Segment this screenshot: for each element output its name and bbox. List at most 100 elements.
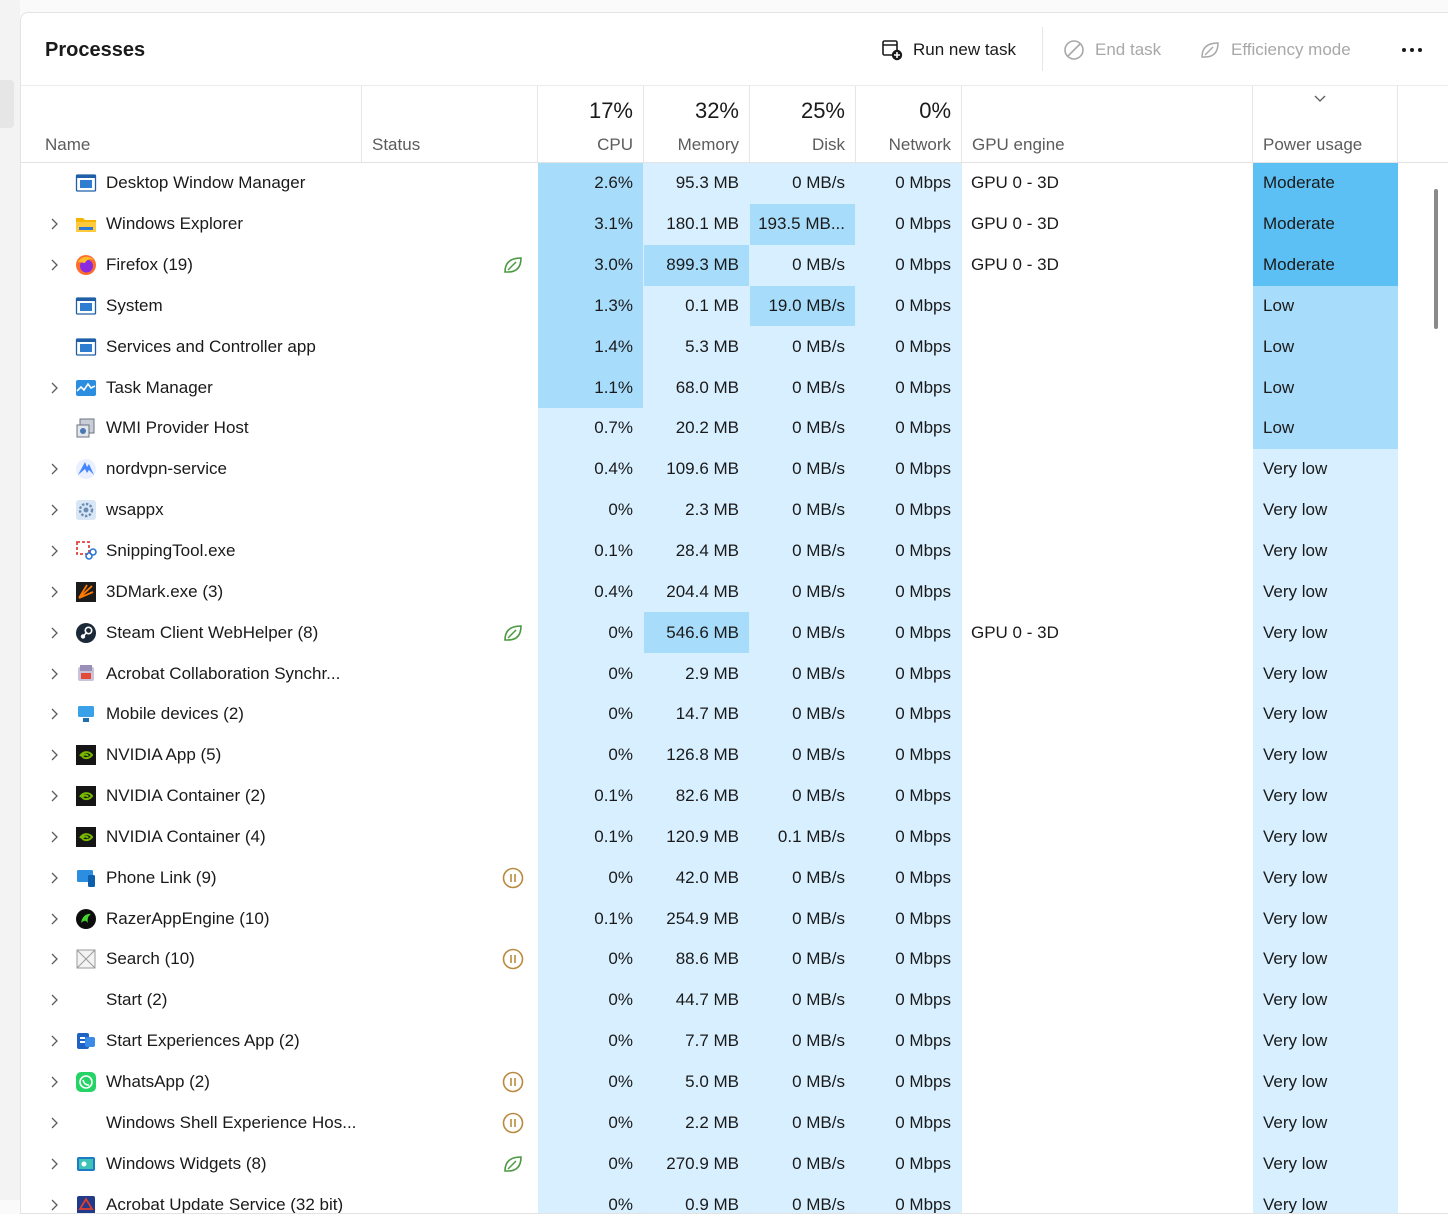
gpu-engine-value (962, 571, 1253, 612)
process-row[interactable]: Windows Explorer 3.1% 180.1 MB 193.5 MB... 0… (21, 203, 1448, 245)
expand-toggle[interactable] (43, 898, 65, 939)
gear-icon (76, 500, 96, 521)
process-row[interactable]: NVIDIA Container (2) 0.1% 82.6 MB 0 MB/s 0 M… (21, 775, 1448, 817)
memory-value: 28.4 MB (644, 530, 750, 572)
column-network[interactable]: 0% Network (856, 86, 962, 162)
disk-value: 0 MB/s (750, 653, 856, 694)
efficiency-leaf-icon (504, 257, 522, 273)
nav-handle[interactable] (0, 80, 14, 128)
cpu-value: 0% (538, 734, 644, 776)
expand-toggle[interactable] (43, 531, 65, 572)
process-row[interactable]: Windows Widgets (8) 0% 270.9 MB 0 MB/s 0 Mbp… (21, 1143, 1448, 1185)
expand-toggle[interactable] (43, 776, 65, 817)
end-task-button[interactable]: End task (1063, 35, 1161, 65)
expand-chevron-icon (51, 1117, 58, 1129)
network-value: 0 Mbps (856, 326, 962, 368)
process-status (362, 1143, 538, 1184)
process-row[interactable]: Services and Controller app 1.4% 5.3 MB 0 M… (21, 326, 1448, 368)
process-row[interactable]: 3DMark.exe (3) 0.4% 204.4 MB 0 MB/s 0 Mbps Ve… (21, 571, 1448, 613)
disk-value: 193.5 MB... (750, 203, 856, 245)
process-row[interactable]: Steam Client WebHelper (8) 0% 546.6 MB 0 MB… (21, 612, 1448, 654)
disk-value: 0 MB/s (750, 1061, 856, 1103)
process-row[interactable]: Acrobat Collaboration Synchr... 0% 2.9 MB 0… (21, 653, 1448, 694)
process-row[interactable]: nordvpn-service 0.4% 109.6 MB 0 MB/s 0 Mbps V… (21, 448, 1448, 490)
cpu-value: 0% (538, 1020, 644, 1062)
gpu-engine-value (962, 449, 1253, 490)
memory-value: 42.0 MB (644, 857, 750, 899)
task-manager-icon (76, 379, 96, 396)
process-row[interactable]: Mobile devices (2) 0% 14.7 MB 0 MB/s 0 Mbps V… (21, 693, 1448, 735)
expand-toggle[interactable] (43, 490, 65, 531)
expand-toggle[interactable] (43, 1021, 65, 1062)
column-cpu[interactable]: 17% CPU (538, 86, 644, 162)
process-row[interactable]: Windows Shell Experience Hos... 0% 2.2 MB 0… (21, 1102, 1448, 1144)
run-new-task-button[interactable]: Run new task (881, 35, 1016, 65)
sort-chevron-down-icon (1314, 95, 1326, 102)
expand-toggle[interactable] (43, 735, 65, 776)
expand-toggle[interactable] (43, 939, 65, 980)
process-row[interactable]: NVIDIA Container (4) 0.1% 120.9 MB 0.1 MB/s… (21, 816, 1448, 858)
process-row[interactable]: RazerAppEngine (10) 0.1% 254.9 MB 0 MB/s 0 M… (21, 898, 1448, 940)
column-name[interactable]: Name (21, 86, 362, 162)
cpu-value: 0.7% (538, 408, 644, 449)
process-row[interactable]: System 1.3% 0.1 MB 19.0 MB/s 0 Mbps Low (21, 285, 1448, 327)
gpu-engine-value (962, 1184, 1253, 1213)
process-row[interactable]: NVIDIA App (5) 0% 126.8 MB 0 MB/s 0 Mbps Very… (21, 734, 1448, 776)
power-usage-value: Very low (1253, 734, 1398, 776)
process-icon (73, 204, 99, 245)
expand-toggle[interactable] (43, 449, 65, 490)
power-usage-value: Moderate (1253, 163, 1398, 204)
process-row[interactable]: Firefox (19) 3.0% 899.3 MB 0 MB/s 0 Mbps GPU … (21, 244, 1448, 286)
process-status (362, 1184, 538, 1213)
gpu-engine-value (962, 653, 1253, 694)
column-disk[interactable]: 25% Disk (750, 86, 856, 162)
network-value: 0 Mbps (856, 448, 962, 490)
expand-toggle[interactable] (43, 367, 65, 408)
process-row[interactable]: Start Experiences App (2) 0% 7.7 MB 0 MB/s 0… (21, 1020, 1448, 1062)
expand-toggle[interactable] (43, 694, 65, 735)
expand-toggle[interactable] (43, 857, 65, 898)
expand-toggle[interactable] (43, 204, 65, 245)
memory-value: 5.3 MB (644, 326, 750, 368)
column-power-usage[interactable]: Power usage (1253, 86, 1398, 162)
expand-toggle[interactable] (43, 612, 65, 653)
expand-toggle[interactable] (43, 817, 65, 858)
nvidia-icon (76, 786, 96, 807)
process-row[interactable]: wsappx 0% 2.3 MB 0 MB/s 0 Mbps Very low (21, 489, 1448, 531)
column-memory[interactable]: 32% Memory (644, 86, 750, 162)
gpu-engine-value (962, 735, 1253, 776)
network-value: 0 Mbps (856, 1184, 962, 1213)
more-options-button[interactable] (1397, 35, 1427, 65)
column-gpu-engine[interactable]: GPU engine (962, 86, 1253, 162)
power-usage-value: Very low (1253, 571, 1398, 613)
expand-toggle[interactable] (43, 1062, 65, 1103)
expand-toggle[interactable] (43, 1102, 65, 1143)
process-row[interactable]: SnippingTool.exe 0.1% 28.4 MB 0 MB/s 0 Mbps V… (21, 530, 1448, 572)
expand-toggle[interactable] (43, 653, 65, 694)
process-row[interactable]: Acrobat Update Service (32 bit) 0% 0.9 MB 0… (21, 1184, 1448, 1213)
process-icon (73, 367, 99, 408)
expand-chevron-icon (51, 218, 58, 230)
column-header: Name Status 17% CPU 32% Memory 25% Disk … (21, 86, 1448, 163)
process-row[interactable]: WMI Provider Host 0.7% 20.2 MB 0 MB/s 0 Mbps… (21, 408, 1448, 449)
expand-toggle[interactable] (43, 571, 65, 612)
process-name: WMI Provider Host (106, 418, 249, 438)
process-row[interactable]: WhatsApp (2) 0% 5.0 MB 0 MB/s 0 Mbps Very low (21, 1061, 1448, 1103)
process-status (362, 980, 538, 1021)
process-row[interactable]: Start (2) 0% 44.7 MB 0 MB/s 0 Mbps Very low (21, 979, 1448, 1021)
disk-value: 0 MB/s (750, 367, 856, 409)
process-row[interactable]: Desktop Window Manager 2.6% 95.3 MB 0 MB/s 0… (21, 163, 1448, 204)
expand-toggle[interactable] (43, 1143, 65, 1184)
process-row[interactable]: Task Manager 1.1% 68.0 MB 0 MB/s 0 Mbps Low (21, 367, 1448, 409)
process-row[interactable]: Phone Link (9) 0% 42.0 MB 0 MB/s 0 Mbps Very … (21, 857, 1448, 899)
vertical-scrollbar[interactable] (1434, 189, 1438, 329)
efficiency-mode-button[interactable]: Efficiency mode (1199, 35, 1351, 65)
column-status[interactable]: Status (362, 86, 538, 162)
gpu-engine-value (962, 490, 1253, 531)
expand-toggle[interactable] (43, 245, 65, 286)
expand-toggle[interactable] (43, 1184, 65, 1213)
network-value: 0 Mbps (856, 163, 962, 204)
process-row[interactable]: Search (10) 0% 88.6 MB 0 MB/s 0 Mbps Very low (21, 939, 1448, 980)
process-name: Start (2) (106, 990, 168, 1010)
expand-toggle[interactable] (43, 980, 65, 1021)
